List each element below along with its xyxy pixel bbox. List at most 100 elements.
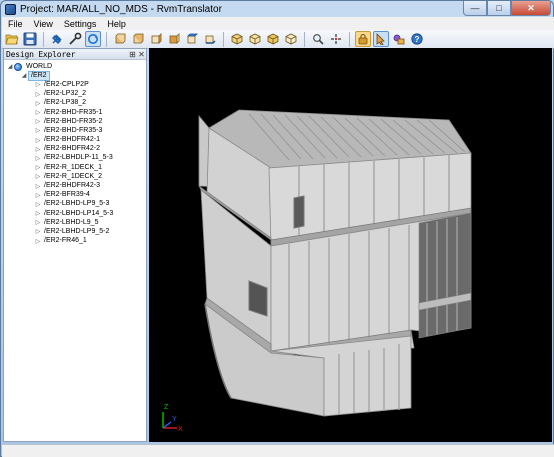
expand-arrow-icon[interactable]: ▷ [34, 238, 42, 245]
toolbar-separator [106, 31, 107, 47]
tree-node-label: /ER2-LBHD-LP9_5-3 [44, 200, 110, 208]
tree-node[interactable]: ▷/ER2-BFR39-4 [4, 191, 146, 200]
tree-node-label: /ER2-LP32_2 [44, 90, 87, 98]
view-front-icon[interactable] [112, 31, 128, 47]
orbit-icon[interactable] [85, 31, 101, 47]
tree-node[interactable]: ▷/ER2-LBHD-LP9_5-3 [4, 200, 146, 209]
view-left-icon[interactable] [148, 31, 164, 47]
tree-node[interactable]: ▷/ER2-BHDFR42-1 [4, 136, 146, 145]
expand-arrow-icon[interactable]: ▷ [34, 183, 42, 190]
menu-view[interactable]: View [28, 19, 58, 29]
tree-node[interactable]: ▷/ER2-BHDFR42-3 [4, 181, 146, 190]
menu-file[interactable]: File [2, 19, 28, 29]
app-window: Project: MAR/ALL_NO_MDS - RvmTranslator … [0, 0, 554, 457]
expand-arrow-icon[interactable]: ▷ [34, 155, 42, 162]
view-iso4-icon[interactable] [283, 31, 299, 47]
view-bottom-icon[interactable] [202, 31, 218, 47]
title-bar[interactable]: Project: MAR/ALL_NO_MDS - RvmTranslator … [1, 1, 553, 17]
tree-node[interactable]: ▷/ER2-LBHD-LP14_5-3 [4, 209, 146, 218]
tree-node-label: /ER2-LP38_2 [44, 99, 87, 107]
expand-arrow-icon[interactable]: ▷ [34, 109, 42, 116]
tree-node-label: /ER2-R_1DECK_2 [44, 172, 102, 180]
tree-node[interactable]: ▷/ER2-LBHDLP-11_5-3 [4, 154, 146, 163]
view-iso3-icon[interactable] [265, 31, 281, 47]
expand-arrow-icon[interactable]: ▷ [34, 210, 42, 217]
3d-viewport[interactable]: Z X Y [149, 48, 552, 442]
collapse-arrow-icon[interactable]: ◢ [20, 72, 28, 79]
save-icon[interactable] [22, 31, 38, 47]
design-explorer-title: Design Explorer [6, 49, 76, 59]
axis-z-label: Z [164, 404, 169, 411]
expand-arrow-icon[interactable]: ▷ [34, 146, 42, 153]
tree-node[interactable]: ▷/ER2-LP38_2 [4, 99, 146, 108]
toolbar: ? [2, 30, 554, 49]
axis-y-label: Y [172, 416, 177, 423]
zoom-fit-icon[interactable] [328, 31, 344, 47]
view-back-icon[interactable] [130, 31, 146, 47]
tree-node[interactable]: ▷/ER2-BHD-FR35-3 [4, 126, 146, 135]
tree-node-label: /ER2-R_1DECK_1 [44, 163, 102, 171]
svg-text:?: ? [415, 35, 420, 44]
globe-icon [14, 62, 22, 71]
zoom-icon[interactable] [310, 31, 326, 47]
wrench-icon[interactable] [67, 31, 83, 47]
expand-arrow-icon[interactable]: ▷ [34, 173, 42, 180]
tree-node-label: /ER2-LBHDLP-11_5-3 [44, 154, 113, 162]
view-top-icon[interactable] [184, 31, 200, 47]
pin-icon[interactable] [49, 31, 65, 47]
tree-node-label: /ER2-LBHD-L9_5 [44, 218, 99, 226]
tree-node[interactable]: ▷/ER2-R_1DECK_1 [4, 163, 146, 172]
ship-model[interactable]: Z X Y [149, 48, 552, 442]
collapse-arrow-icon[interactable]: ◢ [6, 63, 14, 70]
app-icon [5, 3, 16, 15]
minimize-button[interactable]: — [463, 1, 487, 16]
expand-arrow-icon[interactable]: ▷ [34, 192, 42, 199]
tree-node-label: /ER2-CPLP2P [44, 80, 89, 88]
status-bar [2, 444, 554, 457]
tree-node[interactable]: ▷/ER2-BHD-FR35-2 [4, 117, 146, 126]
tree-node[interactable]: ▷/ER2-FR46_1 [4, 237, 146, 246]
panel-close-icon[interactable]: ✕ [137, 50, 146, 59]
tree-node-label: /ER2-LBHD-LP9_5-2 [44, 227, 110, 235]
expand-arrow-icon[interactable]: ▷ [34, 164, 42, 171]
tree-node[interactable]: ▷/ER2-LBHD-LP9_5-2 [4, 227, 146, 236]
tree-node[interactable]: ▷/ER2-LBHD-L9_5 [4, 218, 146, 227]
tools-icon[interactable] [391, 31, 407, 47]
open-icon[interactable] [4, 31, 20, 47]
view-right-icon[interactable] [166, 31, 182, 47]
toolbar-separator [43, 31, 44, 47]
tree-node[interactable]: ▷/ER2-R_1DECK_2 [4, 172, 146, 181]
window-title: Project: MAR/ALL_NO_MDS - RvmTranslator [20, 3, 222, 15]
expand-arrow-icon[interactable]: ▷ [34, 201, 42, 208]
tree-node[interactable]: ▷/ER2-LP32_2 [4, 90, 146, 99]
tree-node-world[interactable]: ◢ WORLD [4, 62, 146, 71]
close-button[interactable]: ✕ [511, 1, 551, 16]
expand-arrow-icon[interactable]: ▷ [34, 100, 42, 107]
menu-settings[interactable]: Settings [58, 19, 102, 29]
tree-node-er2[interactable]: ◢ /ER2 [4, 70, 146, 81]
expand-arrow-icon[interactable]: ▷ [34, 127, 42, 134]
expand-arrow-icon[interactable]: ▷ [34, 137, 42, 144]
axis-triad: Z X Y [162, 404, 183, 433]
tree-node-label: /ER2-BHD-FR35-2 [44, 117, 103, 125]
expand-arrow-icon[interactable]: ▷ [34, 118, 42, 125]
lock-icon[interactable] [355, 31, 371, 47]
expand-arrow-icon[interactable]: ▷ [34, 81, 42, 88]
tree-node[interactable]: ▷/ER2-BHDFR42-2 [4, 145, 146, 154]
help-icon[interactable]: ? [409, 31, 425, 47]
panel-float-icon[interactable]: ⊞ [128, 50, 137, 59]
tree-node-label: /ER2-FR46_1 [44, 237, 87, 245]
menu-bar: File View Settings Help [2, 17, 554, 30]
tree-node[interactable]: ▷/ER2-CPLP2P [4, 80, 146, 89]
view-iso1-icon[interactable] [229, 31, 245, 47]
expand-arrow-icon[interactable]: ▷ [34, 228, 42, 235]
maximize-button[interactable]: □ [487, 1, 511, 16]
tree-node[interactable]: ▷/ER2-BHD-FR35-1 [4, 108, 146, 117]
view-iso2-icon[interactable] [247, 31, 263, 47]
design-tree: ◢ WORLD ◢ /ER2 ▷/ER2-CPLP2P ▷/ER2-LP32_2 ▷… [4, 62, 146, 246]
select-icon[interactable] [373, 31, 389, 47]
axis-x-label: X [178, 426, 183, 433]
expand-arrow-icon[interactable]: ▷ [34, 219, 42, 226]
expand-arrow-icon[interactable]: ▷ [34, 91, 42, 98]
menu-help[interactable]: Help [101, 19, 131, 29]
